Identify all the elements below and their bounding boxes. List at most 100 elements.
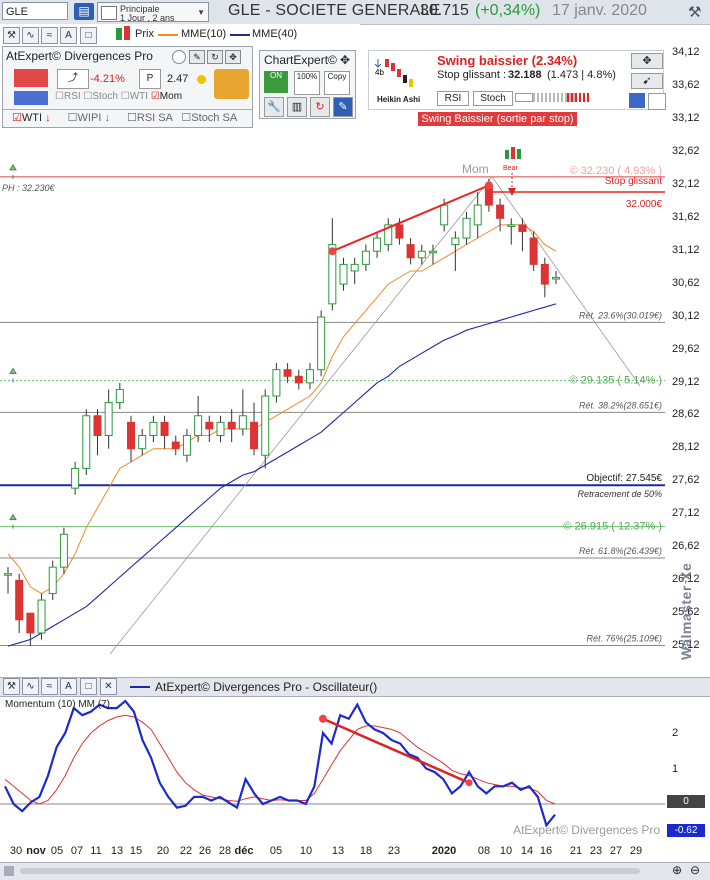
atexpert-title: AtExpert© Divergences Pro xyxy=(6,49,153,63)
move-icon[interactable]: ✥ xyxy=(340,53,350,67)
settings-icon[interactable]: ⚒ xyxy=(688,3,701,21)
watermark: Walmaster Xe xyxy=(678,562,694,660)
osc-zero-badge: 0 xyxy=(667,795,705,809)
candle-body xyxy=(272,369,281,397)
time-tick: 23 xyxy=(589,845,603,857)
candle-body xyxy=(451,237,460,246)
rsi-button[interactable]: RSI xyxy=(437,91,469,106)
wave-icon[interactable]: ≈ xyxy=(41,27,58,44)
time-tick: 22 xyxy=(179,845,193,857)
swing-stop-extra: (1.473 | 4.8%) xyxy=(547,69,616,81)
atexpert-checks: ☐RSI ☐Stoch ☐WTI ☑Mom xyxy=(55,91,182,102)
candle-body xyxy=(182,435,191,456)
candle-body xyxy=(283,369,292,377)
period-range: 1 Jour , 2 ans xyxy=(120,13,175,23)
ap-icon[interactable]: A xyxy=(60,27,77,44)
check-wti2[interactable]: ☑WTI ↓ xyxy=(12,112,51,124)
retracement-label: Retracement de 50% xyxy=(577,489,662,499)
candle-body xyxy=(138,435,147,450)
candle-body xyxy=(540,263,549,285)
scroll-bar[interactable]: ⊕ ⊖ xyxy=(0,862,710,880)
check-stoch-sa[interactable]: ☐Stoch SA xyxy=(181,112,237,124)
osc-indicator-icon[interactable]: ∿ xyxy=(22,678,39,695)
atexpert-row2: ☑WTI ↓ ☐WIPI ↓ ☐RSI SA ☐Stoch SA xyxy=(12,111,237,124)
on-button[interactable]: ON xyxy=(264,71,288,93)
move-icon-2[interactable]: ✥ xyxy=(631,53,663,69)
check-rsi[interactable]: ☐RSI xyxy=(55,91,81,102)
osc-frame-icon[interactable]: □ xyxy=(80,678,97,695)
price-chart[interactable]: MomBearPH : 32.230€© 34.550 ( 12.49% )© … xyxy=(0,46,665,660)
book-icon[interactable]: ▤ xyxy=(74,3,94,20)
osc-close-icon[interactable]: ✕ xyxy=(100,678,117,695)
period-selector[interactable]: Principale 1 Jour , 2 ans ▼ xyxy=(97,2,209,23)
candle-body xyxy=(440,204,449,226)
osc-label: Momentum (10) MM (7) xyxy=(5,699,111,710)
edit-icon[interactable]: ✎ xyxy=(189,50,205,64)
signal-icon[interactable] xyxy=(629,93,645,108)
check-wti[interactable]: ☐WTI xyxy=(121,91,148,102)
check-rsi-sa[interactable]: ☐RSI SA xyxy=(127,112,172,124)
tools-icon[interactable]: ⚒ xyxy=(3,27,20,44)
check-wipi[interactable]: ☐WIPI ↓ xyxy=(68,112,110,124)
svg-text:4b: 4b xyxy=(375,68,384,77)
candle-body xyxy=(507,224,516,227)
candle-body xyxy=(350,263,359,272)
legend-mme40-line xyxy=(230,34,250,36)
zoom-100-button[interactable]: 100% xyxy=(294,71,320,95)
swing-title: Swing baissier (2.34%) xyxy=(437,53,578,68)
chartexpert-title: ChartExpert© xyxy=(264,53,337,67)
price-tick: 31,62 xyxy=(672,210,700,223)
scroll-track[interactable] xyxy=(20,868,640,874)
atexpert-ratio: 2.47 xyxy=(167,73,189,85)
check-stoch[interactable]: ☐Stoch xyxy=(83,91,118,102)
wrench-icon[interactable]: 🔧 xyxy=(264,97,284,117)
candle-body xyxy=(305,369,314,384)
instrument-price: 30.715 xyxy=(420,2,469,19)
ret236-label: Rét. 23.6%(30.019€) xyxy=(579,310,662,320)
check-mom[interactable]: ☑Mom xyxy=(151,91,182,102)
osc-ap-icon[interactable]: A xyxy=(60,678,77,695)
candle-body xyxy=(71,467,80,489)
add-icon[interactable]: ✥ xyxy=(225,50,241,64)
copy-button[interactable]: Copy xyxy=(324,71,350,95)
toggle-icon[interactable] xyxy=(172,50,186,64)
pen-icon[interactable]: ✎ xyxy=(333,97,353,117)
oscillator-chart[interactable]: AtExpert© Divergences Pro xyxy=(0,696,665,841)
green2-label: © 26.915 ( 12.37% ) xyxy=(563,521,662,533)
indicator-icon[interactable]: ∿ xyxy=(22,27,39,44)
time-tick: 11 xyxy=(90,845,102,857)
legend-mme40: MME(40) xyxy=(252,28,298,40)
meter-red xyxy=(567,93,591,102)
instrument-date: 17 janv. 2020 xyxy=(552,2,647,19)
time-tick: 13 xyxy=(110,845,124,857)
time-tick: 10 xyxy=(499,845,513,857)
price-tick: 30,12 xyxy=(672,309,700,322)
osc-signal-line xyxy=(4,714,556,805)
zoom-in-icon[interactable]: ⊕ xyxy=(672,863,682,877)
refresh-icon[interactable]: ↻ xyxy=(207,50,223,64)
price-tick: 29,62 xyxy=(672,342,700,355)
slider-box[interactable] xyxy=(515,93,533,102)
time-tick: 08 xyxy=(477,845,491,857)
osc-wave-icon[interactable]: ≈ xyxy=(41,678,58,695)
bell-icon[interactable] xyxy=(214,69,249,99)
frame-icon[interactable]: □ xyxy=(80,27,97,44)
stoch-button[interactable]: Stoch xyxy=(473,91,513,106)
divergence-icon xyxy=(14,91,48,105)
osc-tools-icon[interactable]: ⚒ xyxy=(3,678,20,695)
symbol-input[interactable]: GLE xyxy=(2,2,68,20)
cursor-icon[interactable]: ➹ xyxy=(631,73,663,89)
scroll-left-icon[interactable] xyxy=(4,866,14,876)
candle-body xyxy=(250,421,259,450)
time-tick: 18 xyxy=(359,845,373,857)
candle-body xyxy=(406,244,415,259)
cycle-icon[interactable]: ↻ xyxy=(310,97,330,117)
bars-icon[interactable]: ▥ xyxy=(287,97,307,117)
chart-icon[interactable] xyxy=(648,93,666,110)
candle-body xyxy=(473,204,482,226)
calendar-icon xyxy=(101,6,117,20)
ph-label: PH : 32.230€ xyxy=(2,183,56,193)
price-tick: 27,62 xyxy=(672,474,700,487)
time-tick: 27 xyxy=(609,845,623,857)
zoom-out-icon[interactable]: ⊖ xyxy=(690,863,700,877)
